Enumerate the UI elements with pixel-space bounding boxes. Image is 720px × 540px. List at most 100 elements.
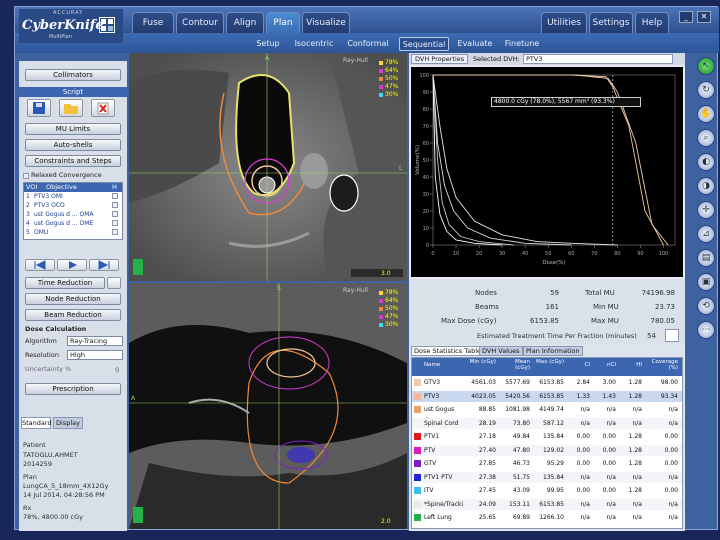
sagittal-view[interactable]: S A Ray-Hull 78% 64% 50% 47% 30% 2.0 [129,283,407,529]
play-icon[interactable] [57,259,87,271]
list-item[interactable]: 5 OMU [24,228,122,237]
window-level-icon[interactable]: ◐ [697,153,715,171]
table-row[interactable]: Left Lung 25.65 69.89 1266.10 n/a n/a n/a n/a [412,512,682,523]
table-row[interactable]: GTV3 4561.03 5577.69 6153.85 2.84 3.00 1.28 98.… [412,377,682,388]
reset-view-icon[interactable]: ⟲ [697,297,715,315]
subtab-sequential[interactable]: Sequential [399,37,449,51]
resolution-select[interactable]: High [67,350,123,360]
mu-limits-button[interactable]: MU Limits [25,123,121,135]
tab-visualize[interactable]: Visualize [302,12,350,33]
tab-utilities[interactable]: Utilities [541,12,587,33]
tab-help[interactable]: Help [635,12,669,33]
tab-dvh-values[interactable]: DVH Values [479,346,523,356]
select-arrow-icon[interactable]: ↖ [697,57,715,75]
subtab-isocentric[interactable]: Isocentric [289,37,339,51]
rx-value: 78%, 4800.00 cGy [23,513,83,521]
table-row[interactable]: PTV1 PTV 27.38 51.75 135.84 n/a n/a n/a n/a [412,471,682,483]
table-cell: n/a [606,514,616,521]
tab-plan-information[interactable]: Plan Information [523,346,583,356]
open-folder-icon[interactable] [59,99,83,117]
first-step-icon[interactable] [25,259,55,271]
table-cell: 47.80 [512,446,530,454]
layout-icon[interactable]: ▤ [697,249,715,267]
prescription-button[interactable]: Prescription [25,383,121,395]
table-row[interactable]: PTV1 27.18 49.84 135.84 0.00 0.00 1.28 0.00 [412,431,682,442]
table-cell: Spinal Cord [424,419,459,427]
time-reduction-button[interactable]: Time Reduction [25,277,105,289]
table-cell: n/a [668,514,678,521]
table-row[interactable]: PTV 27.40 47.80 129.02 0.00 0.00 1.28 0.00 [412,444,682,456]
collimators-button[interactable]: Collimators [25,69,121,81]
table-row[interactable]: GTV 27.85 46.73 95.29 0.00 0.00 1.28 0.00 [412,458,682,469]
close-button[interactable]: ✕ [697,11,711,23]
pan-hand-icon[interactable]: ✋ [697,105,715,123]
table-cell: n/a [668,419,678,427]
tab-settings[interactable]: Settings [589,12,633,33]
capture-icon[interactable]: ▣ [697,273,715,291]
constraints-button[interactable]: Constraints and Steps [25,155,121,167]
subtab-finetune[interactable]: Finetune [501,37,543,51]
x-tick-label: 20 [476,251,482,257]
zoom-icon[interactable]: ⌕ [697,129,715,147]
y-tick-label: 0 [426,243,429,249]
time-reduction-options-icon[interactable] [107,277,121,289]
crosshair-icon[interactable]: ✛ [697,201,715,219]
beams-value: 161 [545,303,559,311]
list-item[interactable]: 4 ust Gogus d ... OME [24,219,122,228]
measure-icon[interactable]: ⊿ [697,225,715,243]
tab-standard[interactable]: Standard [21,417,52,429]
selected-dvh-select[interactable]: PTV3 [523,54,673,64]
y-tick-label: 90 [423,90,429,96]
subtab-conformal[interactable]: Conformal [343,37,393,51]
tab-plan[interactable]: Plan [266,12,300,33]
table-row[interactable]: PTV3 4023.05 5420.56 6153.85 1.33 1.43 1.28 93.… [412,390,682,402]
voi-row-checkbox[interactable] [112,202,118,208]
voi-row-checkbox[interactable] [112,220,118,226]
dvh-toolbar: DVH Properties Selected DVH: PTV3 [409,53,685,65]
list-item[interactable]: 2 PTV3 OCO [24,201,122,210]
node-reduction-button[interactable]: Node Reduction [25,293,121,305]
minimize-button[interactable]: _ [679,11,693,23]
table-cell: 153.11 [509,500,530,508]
more-tools-icon[interactable]: ⋯ [697,321,715,339]
tab-dose-statistics[interactable]: Dose Statistics Table [411,346,485,356]
tab-align[interactable]: Align [226,12,264,33]
algorithm-select[interactable]: Ray-Tracing [67,336,123,346]
list-item[interactable]: 1 PTV3 OMI [24,192,122,201]
relaxed-convergence-checkbox[interactable] [23,173,29,179]
tab-fuse[interactable]: Fuse [132,12,174,33]
voi-row-checkbox[interactable] [112,193,118,199]
delete-script-icon[interactable] [91,99,115,117]
rotate-icon[interactable]: ↻ [697,81,715,99]
dvh-properties-button[interactable]: DVH Properties [411,54,469,64]
table-row[interactable]: Spinal Cord 28.19 73.80 587.12 n/a n/a n/a n/a [412,417,682,429]
sagittal-ct-image [129,283,407,529]
voi-row-label: ust Gogus d ... OMA [34,211,94,218]
tab-contour[interactable]: Contour [176,12,224,33]
voi-row-checkbox[interactable] [112,211,118,217]
table-cell: 73.80 [512,419,530,427]
x-tick-label: 70 [591,251,597,257]
calculator-icon[interactable] [665,329,679,342]
tab-display[interactable]: Display [53,417,83,429]
table-row[interactable]: ITV 27.45 43.09 99.95 0.00 0.00 1.28 0.00 [412,485,682,496]
subtab-evaluate[interactable]: Evaluate [455,37,495,51]
voi-row-checkbox[interactable] [112,229,118,235]
dvh-plot[interactable]: 0 10 20 30 40 50 60 70 80 90 100 0 10 20 30 40 50 60 70 80 9… [411,67,683,277]
table-cell: 69.89 [512,514,530,521]
table-row[interactable]: *Spine/Tracki 24.09 153.11 6153.85 n/a n/a n/a… [412,498,682,510]
table-cell: 0.00 [664,487,678,494]
subtab-setup[interactable]: Setup [253,37,283,51]
last-step-icon[interactable] [89,259,119,271]
voi-row-label: PTV3 OCO [34,202,65,209]
table-cell: 0.00 [602,433,616,440]
table-row[interactable]: ust Gogus dus88.851081.984149.74n/an/an/… [412,404,682,424]
voi-row-number: 4 [26,220,30,227]
list-item[interactable]: 3 ust Gogus d ... OMA [24,210,122,219]
axial-view[interactable]: A L Ray-Hull 78% 64% 50% 47% 30% 3.0 [129,53,407,281]
beam-reduction-button[interactable]: Beam Reduction [25,309,121,321]
contrast-icon[interactable]: ◑ [697,177,715,195]
auto-shells-button[interactable]: Auto-shells [25,139,121,151]
save-icon[interactable] [27,99,51,117]
patient-name: TATOGLU,AHMET [23,451,78,459]
